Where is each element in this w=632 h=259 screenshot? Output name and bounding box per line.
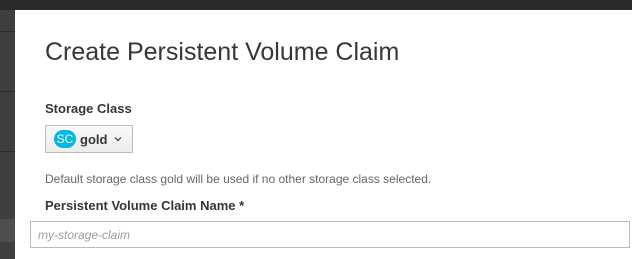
storage-class-help: Default storage class gold will be used … — [45, 172, 432, 186]
pvc-name-label: Persistent Volume Claim Name * — [45, 198, 245, 213]
storage-class-selected: gold — [80, 131, 108, 147]
sidebar — [0, 10, 15, 259]
nav-divider — [0, 31, 15, 32]
storage-class-dropdown[interactable]: SC gold — [45, 125, 133, 153]
storage-class-label: Storage Class — [45, 101, 132, 116]
modal-title: Create Persistent Volume Claim — [45, 38, 400, 66]
storage-class-badge: SC — [54, 130, 76, 148]
chevron-down-icon — [115, 137, 122, 142]
nav-divider — [0, 151, 15, 152]
pvc-name-input[interactable] — [30, 221, 630, 248]
app-header — [0, 0, 632, 10]
sidebar-item[interactable] — [0, 219, 15, 242]
nav-divider — [0, 91, 15, 92]
